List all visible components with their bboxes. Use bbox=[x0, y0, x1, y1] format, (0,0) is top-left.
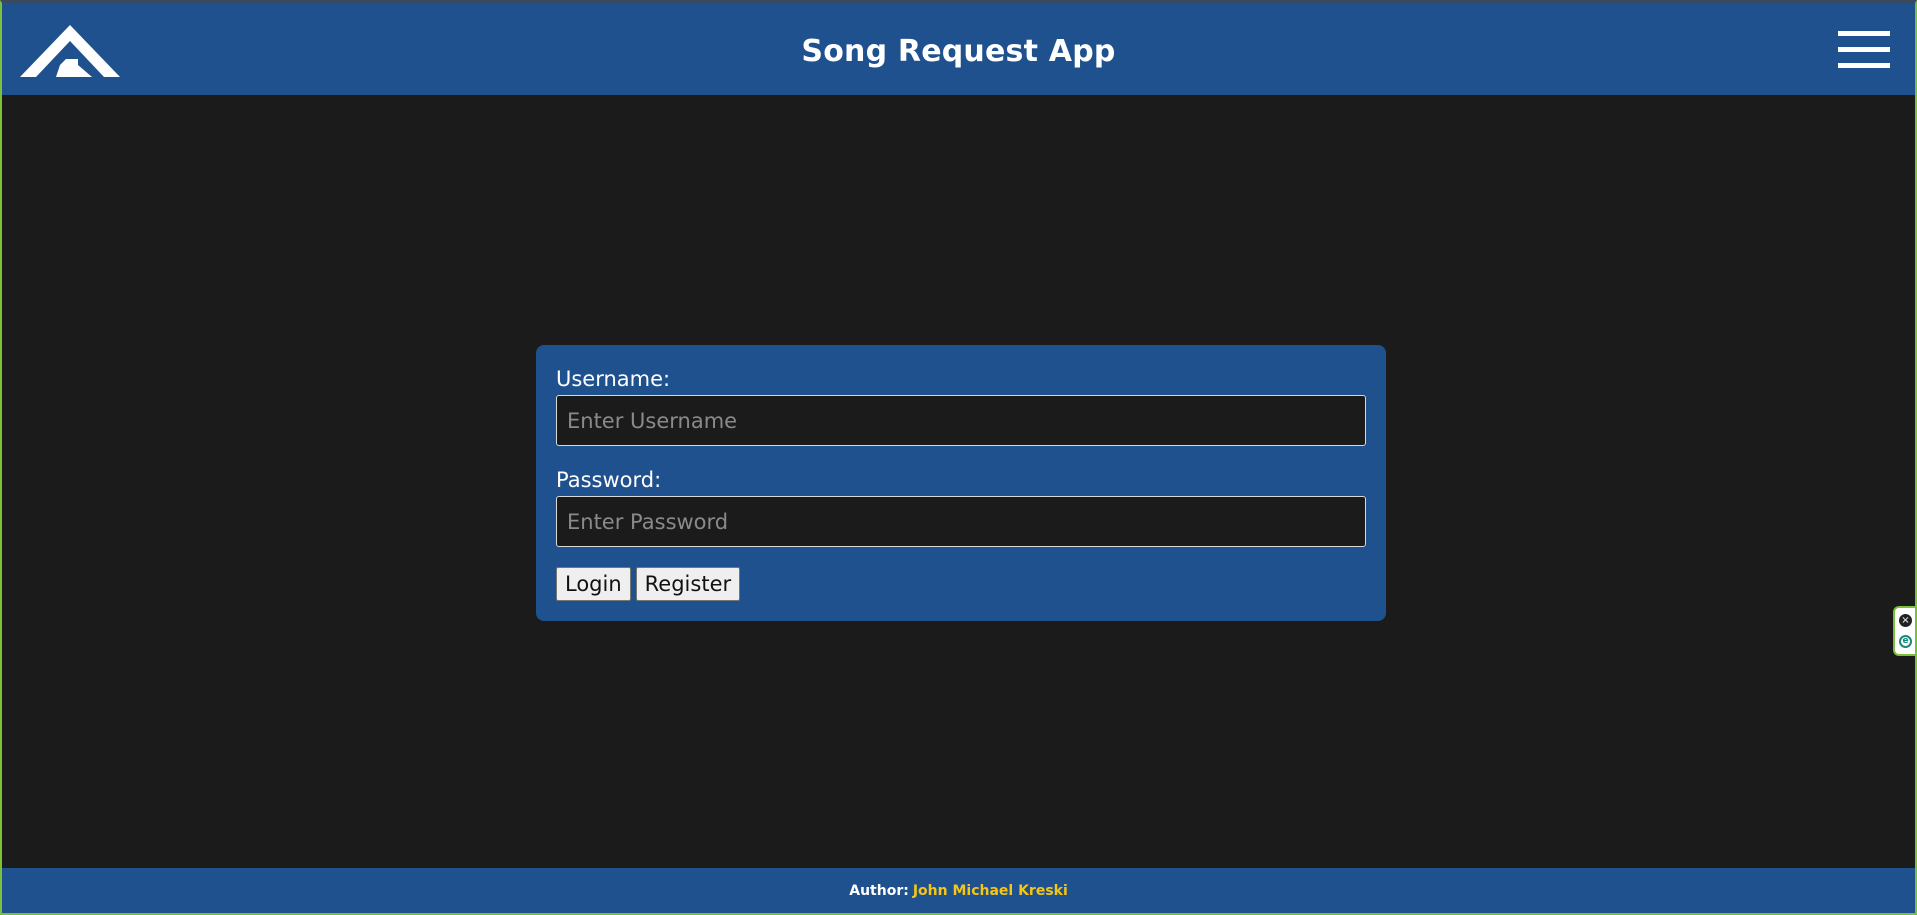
menu-bar-line bbox=[1838, 31, 1890, 36]
side-widget: × e bbox=[1893, 606, 1915, 656]
username-input[interactable] bbox=[556, 395, 1366, 446]
author-name-link[interactable]: John Michael Kreski bbox=[913, 883, 1068, 899]
app-logo-icon[interactable] bbox=[20, 25, 120, 77]
username-label: Username: bbox=[556, 367, 671, 391]
form-buttons: Login Register bbox=[556, 567, 1366, 601]
header-bar: Song Request App bbox=[2, 3, 1915, 95]
close-icon[interactable]: × bbox=[1899, 614, 1912, 627]
app-frame: Song Request App Username: Password: Log… bbox=[0, 0, 1917, 915]
username-group: Username: bbox=[556, 367, 1366, 446]
footer-bar: Author: John Michael Kreski bbox=[2, 868, 1915, 913]
register-button[interactable]: Register bbox=[635, 567, 741, 601]
hamburger-menu-icon[interactable] bbox=[1838, 31, 1890, 69]
menu-bar-line bbox=[1838, 63, 1890, 68]
password-label: Password: bbox=[556, 468, 662, 492]
login-card: Username: Password: Login Register bbox=[536, 345, 1386, 621]
login-button[interactable]: Login bbox=[556, 567, 631, 601]
menu-bar-line bbox=[1838, 47, 1890, 52]
page-title: Song Request App bbox=[801, 33, 1116, 69]
password-input[interactable] bbox=[556, 496, 1366, 547]
extension-e-icon[interactable]: e bbox=[1899, 635, 1912, 648]
password-group: Password: bbox=[556, 468, 1366, 547]
author-label: Author: bbox=[849, 882, 909, 899]
